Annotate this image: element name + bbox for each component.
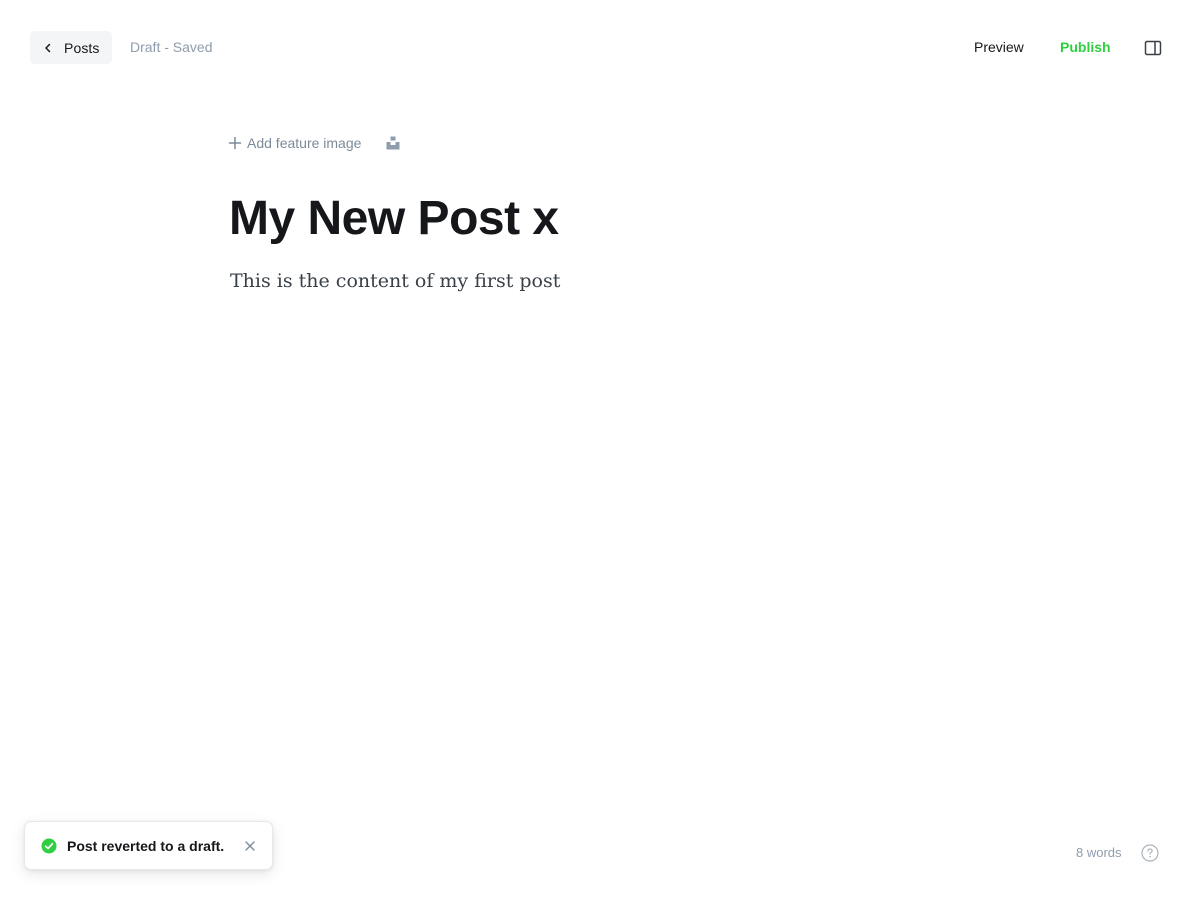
toast-message: Post reverted to a draft. <box>67 837 225 854</box>
help-circle-icon[interactable] <box>1140 843 1160 863</box>
feature-image-row: Add feature image <box>228 132 401 154</box>
notification-toast: Post reverted to a draft. <box>24 821 273 870</box>
back-to-posts-button[interactable]: Posts <box>30 31 112 64</box>
unsplash-icon[interactable] <box>385 135 401 151</box>
editor-header: Posts Draft - Saved Preview Publish <box>0 0 1200 94</box>
post-status: Draft - Saved <box>130 39 213 55</box>
plus-icon <box>228 136 242 150</box>
preview-button[interactable]: Preview <box>974 39 1024 55</box>
add-feature-image-button[interactable]: Add feature image <box>228 135 361 151</box>
add-feature-image-label: Add feature image <box>247 135 362 151</box>
sidebar-panel-icon[interactable] <box>1143 38 1163 58</box>
post-body[interactable]: This is the content of my first post <box>230 266 560 296</box>
post-editor: Posts Draft - Saved Preview Publish Add … <box>0 0 1200 900</box>
word-count: 8 words <box>1076 845 1122 860</box>
back-button-label: Posts <box>64 39 100 56</box>
post-title[interactable]: My New Post x <box>229 188 559 250</box>
publish-button[interactable]: Publish <box>1060 39 1111 55</box>
chevron-left-icon <box>40 40 56 56</box>
close-icon[interactable] <box>242 838 258 854</box>
check-circle-icon <box>41 838 57 854</box>
